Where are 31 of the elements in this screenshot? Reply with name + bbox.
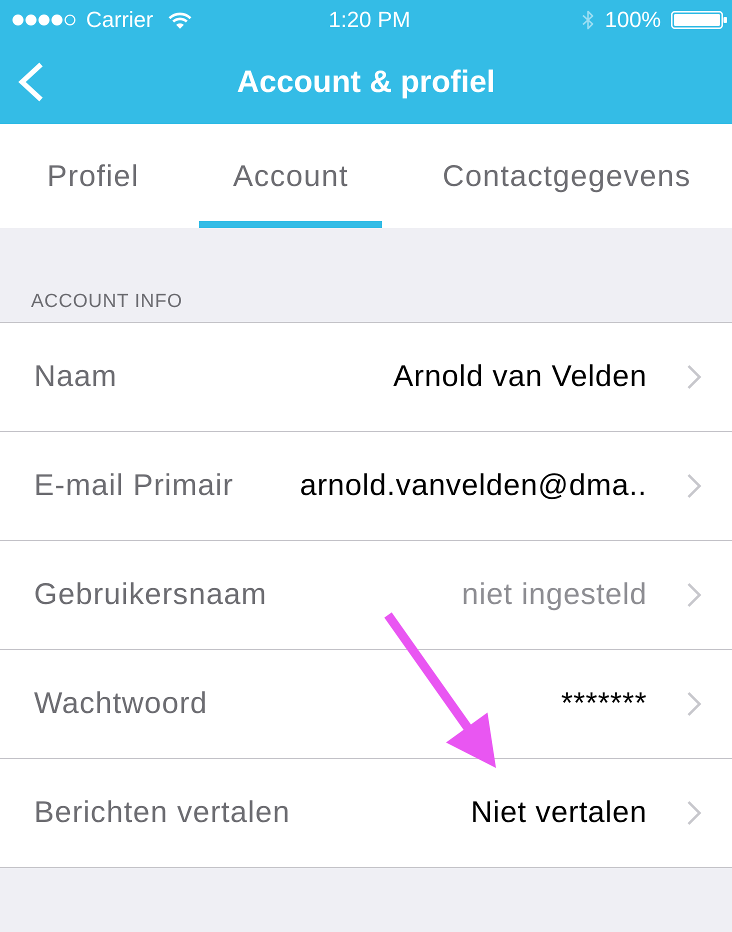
chevron-right-icon — [686, 364, 702, 390]
row-value: arnold.vanvelden@dma.. — [300, 469, 647, 503]
row-label: Wachtwoord — [34, 687, 208, 721]
row-label: Gebruikersnaam — [34, 578, 267, 612]
row-label: E-mail Primair — [34, 469, 234, 503]
bluetooth-icon — [580, 8, 595, 32]
row-value: Arnold van Velden — [393, 360, 647, 394]
settings-row[interactable]: Berichten vertalen Niet vertalen — [0, 759, 732, 868]
chevron-right-icon — [686, 473, 702, 499]
battery-percentage: 100% — [604, 9, 661, 31]
tab[interactable]: Profiel — [13, 124, 174, 228]
screen-title: Account & profiel — [236, 64, 496, 100]
row-value: Niet vertalen — [470, 796, 647, 830]
status-time: 1:20 PM — [328, 9, 410, 31]
section-header: ACCOUNT INFO — [31, 291, 182, 313]
signal-icon — [12, 14, 76, 26]
battery-icon — [671, 11, 727, 29]
row-label: Berichten vertalen — [34, 796, 290, 830]
tab[interactable]: Contactgegevens — [408, 124, 725, 228]
row-label: Naam — [34, 360, 118, 394]
chevron-right-icon — [686, 691, 702, 717]
row-value: ******* — [561, 687, 647, 721]
carrier-name: Carrier — [86, 9, 154, 31]
chevron-left-icon — [16, 62, 44, 102]
row-value: niet ingesteld — [462, 578, 647, 612]
settings-row[interactable]: E-mail Primair arnold.vanvelden@dma.. — [0, 432, 732, 541]
settings-row[interactable]: Naam Arnold van Velden — [0, 323, 732, 432]
chevron-right-icon — [686, 800, 702, 826]
tab[interactable]: Account — [199, 124, 382, 228]
chevron-right-icon — [686, 582, 702, 608]
wifi-icon — [168, 12, 192, 28]
